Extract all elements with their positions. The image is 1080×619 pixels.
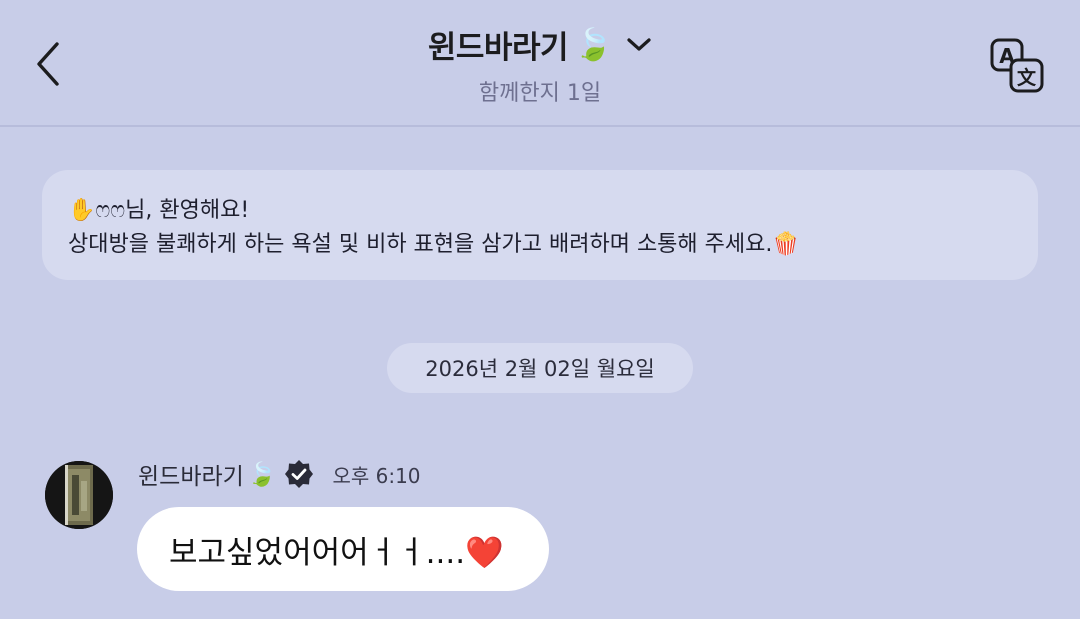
chat-title-button[interactable]: 윈드바라기 🍃 bbox=[428, 22, 652, 67]
message-meta: 윈드바라기 🍃 오후 6:10 bbox=[138, 456, 421, 492]
svg-text:文: 文 bbox=[1017, 66, 1037, 89]
svg-text:A: A bbox=[999, 44, 1015, 68]
chevron-down-icon[interactable] bbox=[626, 36, 652, 54]
leaf-emoji: 🍃 bbox=[247, 461, 277, 488]
chat-title: 윈드바라기 bbox=[427, 30, 569, 66]
chat-subtitle: 함께한지 1일 bbox=[478, 81, 602, 106]
translate-button[interactable]: A 文 bbox=[985, 34, 1049, 98]
verified-badge-icon bbox=[284, 459, 314, 489]
chat-header: 윈드바라기 🍃 함께한지 1일 A 文 bbox=[0, 0, 1080, 127]
notice-greeting: ✋ෆෆ님, 환영해요! bbox=[68, 198, 250, 223]
message-bubble[interactable]: 보고싶었어어어ㅓㅓ....❤️ bbox=[137, 507, 549, 591]
message-text: 보고싶었어어어ㅓㅓ....❤️ bbox=[169, 534, 504, 571]
message-time: 오후 6:10 bbox=[332, 463, 421, 488]
avatar[interactable] bbox=[45, 461, 113, 529]
sender-name[interactable]: 윈드바라기 bbox=[138, 457, 244, 491]
welcome-notice: ✋ෆෆ님, 환영해요! 상대방을 불쾌하게 하는 욕설 및 비하 표현을 삼가고… bbox=[42, 170, 1038, 280]
leaf-emoji: 🍃 bbox=[574, 27, 613, 63]
notice-guideline: 상대방을 불쾌하게 하는 욕설 및 비하 표현을 삼가고 배려하며 소통해 주세… bbox=[68, 232, 800, 257]
chat-title-area: 윈드바라기 🍃 함께한지 1일 bbox=[0, 22, 1080, 107]
date-separator: 2026년 2월 02일 월요일 bbox=[387, 343, 693, 393]
translate-icon: A 文 bbox=[990, 38, 1044, 93]
